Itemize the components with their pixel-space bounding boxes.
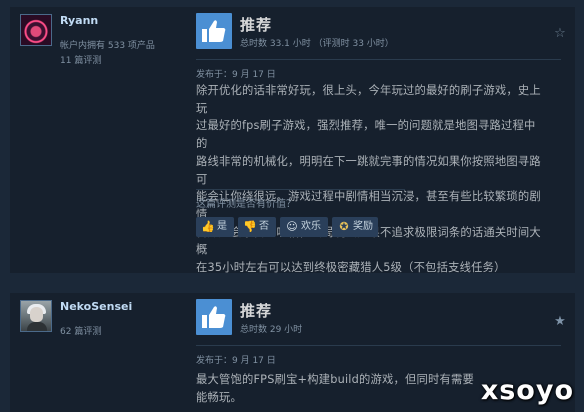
review-body: 除开优化的话非常好玩，很上头，今年玩过的最好的刷子游戏，史上玩 过最好的fps刷…: [196, 82, 546, 277]
review-content: 推荐 总时数 33.1 小时 （评测时 33 小时） ☆ 发布于：9 月 17 …: [192, 7, 575, 274]
review-verdict[interactable]: 推荐: [240, 300, 272, 321]
vote-yes-label: 是: [217, 221, 227, 232]
avatar[interactable]: [20, 300, 52, 332]
award-button[interactable]: ✪ 奖励: [332, 217, 378, 237]
posted-date: 发布于：9 月 17 日: [196, 70, 276, 80]
review-line: 过最好的fps刷子游戏，强烈推荐，唯一的问题就是地图寻路过程中的: [196, 119, 536, 151]
vote-no-button[interactable]: 👎 否: [238, 217, 276, 237]
review-line: 除开优化的话非常好玩，很上头，今年玩过的最好的刷子游戏，史上玩: [196, 84, 541, 115]
star-icon[interactable]: ☆: [553, 27, 567, 41]
divider: [196, 189, 405, 190]
vote-yes-button[interactable]: 👍 是: [196, 217, 234, 237]
review-count[interactable]: 11 篇评测: [60, 53, 101, 66]
smiley-icon: ☺: [286, 220, 298, 233]
divider: [196, 59, 561, 60]
vote-funny-button[interactable]: ☺ 欢乐: [280, 217, 328, 237]
playtime: 总时数 29 小时: [240, 325, 303, 335]
award-icon: ✪: [339, 220, 349, 233]
review-line: 在35小时左右可以达到终极密藏猎人5级（不包括支线任务）: [196, 261, 506, 275]
helpful-question: 这篇评测是否有价值？: [196, 199, 296, 210]
divider: [196, 345, 561, 346]
posted-date: 发布于：9 月 17 日: [196, 356, 276, 366]
review-line: 路线非常的机械化，明明在下一跳就完事的情况如果你按照地图寻路可: [196, 154, 541, 186]
star-icon[interactable]: ★: [553, 315, 567, 329]
award-label: 奖励: [353, 221, 373, 232]
author-name[interactable]: Ryann: [60, 14, 98, 27]
review-count[interactable]: 62 篇评测: [60, 324, 101, 337]
avatar[interactable]: [20, 14, 52, 46]
thumbs-up-icon: 👍: [201, 220, 215, 233]
review-card: Ryann 帐户内拥有 533 项产品 11 篇评测 推荐 总时数 33.1 小…: [10, 7, 575, 274]
review-verdict[interactable]: 推荐: [240, 14, 272, 35]
thumbs-up-icon: [196, 299, 232, 335]
thumbs-down-icon: 👎: [243, 220, 257, 233]
watermark: xsoyo: [480, 375, 574, 406]
author-name[interactable]: NekoSensei: [60, 300, 132, 313]
vote-funny-label: 欢乐: [301, 221, 321, 232]
thumbs-up-icon: [196, 13, 232, 49]
playtime: 总时数 33.1 小时 （评测时 33 小时）: [240, 39, 394, 49]
products-owned[interactable]: 帐户内拥有 533 项产品: [60, 38, 155, 51]
vote-no-label: 否: [259, 221, 269, 232]
